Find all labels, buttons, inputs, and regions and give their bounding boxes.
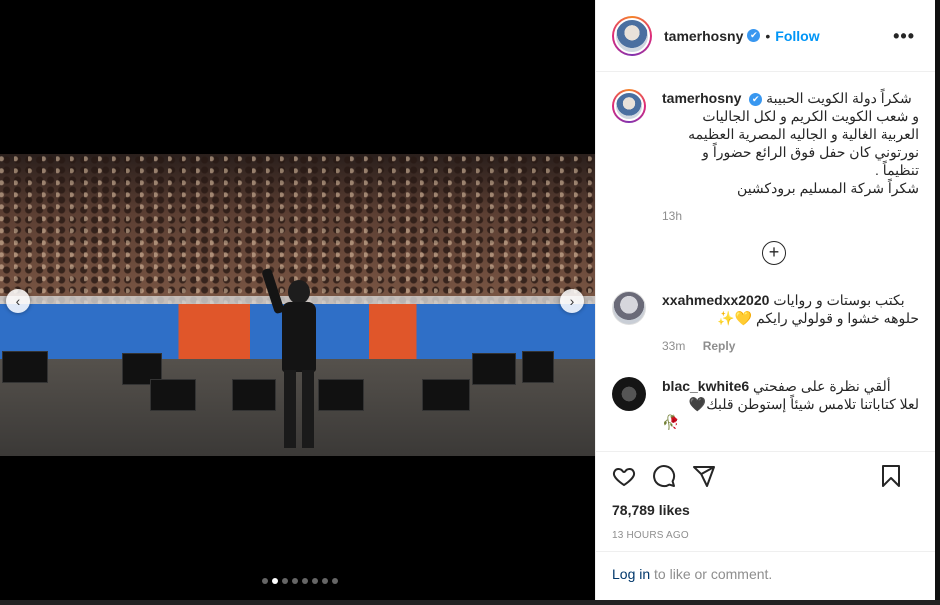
carousel-next-button[interactable]: › bbox=[560, 289, 584, 313]
caption-line: تنظيماً . bbox=[875, 162, 919, 178]
caption-line: شكراً دولة الكويت الحبيبة bbox=[766, 90, 912, 106]
carousel-dot bbox=[322, 578, 328, 584]
comment-item: blac_kwhite6 ألقي نظرة على صفحتي لعلا كت… bbox=[612, 377, 919, 431]
caption-avatar[interactable] bbox=[612, 89, 646, 123]
comment-text: 🥀 bbox=[662, 414, 680, 430]
instagram-post-modal: ‹ › tamerhosny ✔ • Follow ••• tamerhosny… bbox=[0, 0, 940, 605]
reply-button[interactable]: Reply bbox=[703, 339, 736, 353]
comment-item: xxahmedxx2020 بكتب بوستات و روايات حلوهه… bbox=[612, 291, 919, 355]
carousel-dot bbox=[302, 578, 308, 584]
separator-bullet: • bbox=[765, 27, 771, 44]
media-panel: ‹ › bbox=[0, 0, 595, 600]
carousel-dot bbox=[262, 578, 268, 584]
comment-icon[interactable] bbox=[652, 464, 676, 488]
follow-button[interactable]: Follow bbox=[775, 28, 819, 44]
commenter-avatar[interactable] bbox=[612, 377, 646, 411]
verified-badge-icon: ✔ bbox=[749, 92, 763, 106]
load-more-comments-button[interactable]: + bbox=[762, 241, 786, 265]
likes-count[interactable]: 78,789 likes bbox=[612, 502, 919, 518]
carousel-dot bbox=[312, 578, 318, 584]
comment-time[interactable]: 33m bbox=[662, 339, 685, 353]
page-background-strip bbox=[0, 600, 940, 605]
post-header: tamerhosny ✔ • Follow ••• bbox=[596, 0, 935, 72]
carousel-dot bbox=[292, 578, 298, 584]
comment-text: حلوهه خشوا و قولولي رايكم 💛✨ bbox=[717, 310, 919, 326]
post-photo bbox=[0, 154, 595, 456]
comment-text: ألقي نظرة على صفحتي bbox=[753, 378, 891, 394]
carousel-prev-button[interactable]: ‹ bbox=[6, 289, 30, 313]
caption-line: العربية الغالية و الجاليه المصرية العظيم… bbox=[688, 126, 919, 142]
carousel-dot bbox=[332, 578, 338, 584]
caption-line: نورتوني كان حفل فوق الرائع حضوراً و bbox=[702, 144, 919, 160]
heart-icon[interactable] bbox=[612, 464, 636, 488]
login-prompt: Log in to like or comment. bbox=[596, 551, 935, 600]
more-options-icon[interactable]: ••• bbox=[893, 26, 915, 47]
caption-line: و شعب الكويت الكريم و لكل الجاليات bbox=[702, 108, 919, 124]
post-side-panel: tamerhosny ✔ • Follow ••• tamerhosny ✔ ش… bbox=[595, 0, 935, 600]
carousel-dot bbox=[282, 578, 288, 584]
commenter-avatar[interactable] bbox=[612, 291, 646, 325]
header-username[interactable]: tamerhosny bbox=[664, 28, 743, 44]
caption-username[interactable]: tamerhosny bbox=[662, 90, 741, 106]
photo-speaker bbox=[422, 379, 470, 411]
comment-text: بكتب بوستات و روايات bbox=[773, 292, 905, 308]
post-timestamp[interactable]: 13 HOURS AGO bbox=[612, 530, 919, 541]
comment-username[interactable]: xxahmedxx2020 bbox=[662, 292, 769, 308]
verified-badge-icon: ✔ bbox=[747, 29, 761, 42]
share-icon[interactable] bbox=[692, 464, 716, 488]
comments-section: tamerhosny ✔ شكراً دولة الكويت الحبيبة و… bbox=[596, 73, 935, 451]
photo-speaker bbox=[522, 351, 554, 383]
avatar[interactable] bbox=[612, 15, 652, 56]
login-link[interactable]: Log in bbox=[612, 566, 650, 582]
carousel-dot bbox=[272, 578, 278, 584]
post-actions: 78,789 likes 13 HOURS AGO bbox=[596, 451, 935, 551]
bookmark-icon[interactable] bbox=[879, 464, 903, 488]
photo-speaker bbox=[472, 353, 516, 385]
page-background-edge bbox=[935, 0, 940, 605]
comment-text: لعلا كتاباتنا تلامس شيئاً إستوطن قلبك🖤 bbox=[688, 396, 919, 412]
photo-speaker bbox=[2, 351, 48, 383]
comment-username[interactable]: blac_kwhite6 bbox=[662, 378, 749, 394]
caption-line: شكراً شركة المسليم برودكشين bbox=[737, 180, 919, 196]
photo-performer bbox=[261, 267, 330, 452]
caption: tamerhosny ✔ شكراً دولة الكويت الحبيبة و… bbox=[612, 89, 919, 225]
login-prompt-text: to like or comment. bbox=[650, 566, 773, 582]
carousel-indicator bbox=[262, 578, 338, 584]
photo-speaker bbox=[150, 379, 196, 411]
caption-time[interactable]: 13h bbox=[662, 209, 682, 223]
